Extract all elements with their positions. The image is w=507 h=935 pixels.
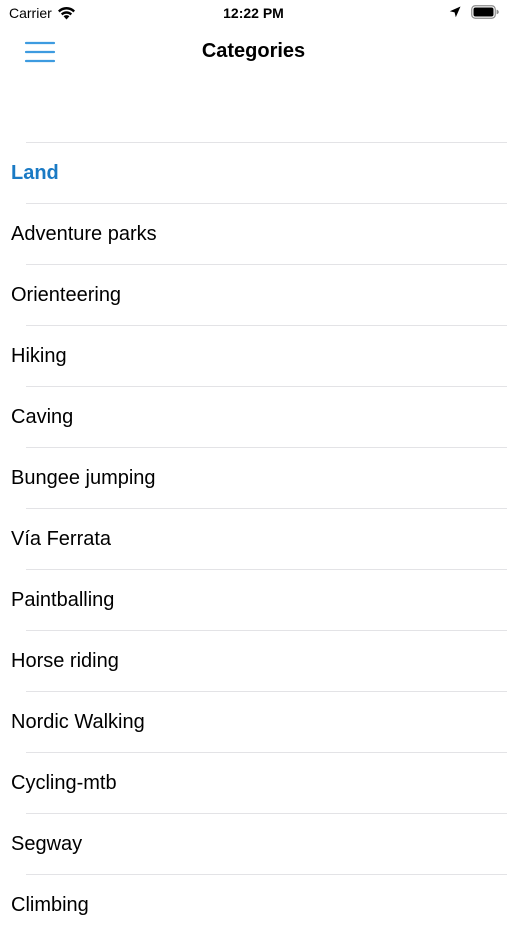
location-arrow-icon xyxy=(449,6,461,18)
navigation-bar: Categories xyxy=(0,28,507,76)
list-item[interactable]: Adventure parks xyxy=(0,204,507,264)
list-item[interactable]: Nordic Walking xyxy=(0,692,507,752)
list-item[interactable]: Cycling-mtb xyxy=(0,753,507,813)
battery-icon xyxy=(471,5,499,19)
list-item[interactable]: Paintballing xyxy=(0,570,507,630)
list-item[interactable]: Orienteering xyxy=(0,265,507,325)
list-item[interactable]: Vía Ferrata xyxy=(0,509,507,569)
list-item[interactable]: Climbing xyxy=(0,875,507,935)
section-header-land: Land xyxy=(11,161,59,184)
status-time: 12:22 PM xyxy=(223,5,284,21)
list-item[interactable]: Caving xyxy=(0,387,507,447)
page-title: Categories xyxy=(201,40,306,62)
list-item[interactable]: Segway xyxy=(0,814,507,874)
status-bar: Carrier 12:22 PM xyxy=(0,0,507,28)
list-item[interactable]: Hiking xyxy=(0,326,507,386)
status-icons xyxy=(449,5,499,19)
list-item[interactable]: Bungee jumping xyxy=(0,448,507,508)
category-list: Land Adventure parks Orienteering Hiking… xyxy=(0,142,507,935)
list-item[interactable]: Horse riding xyxy=(0,631,507,691)
